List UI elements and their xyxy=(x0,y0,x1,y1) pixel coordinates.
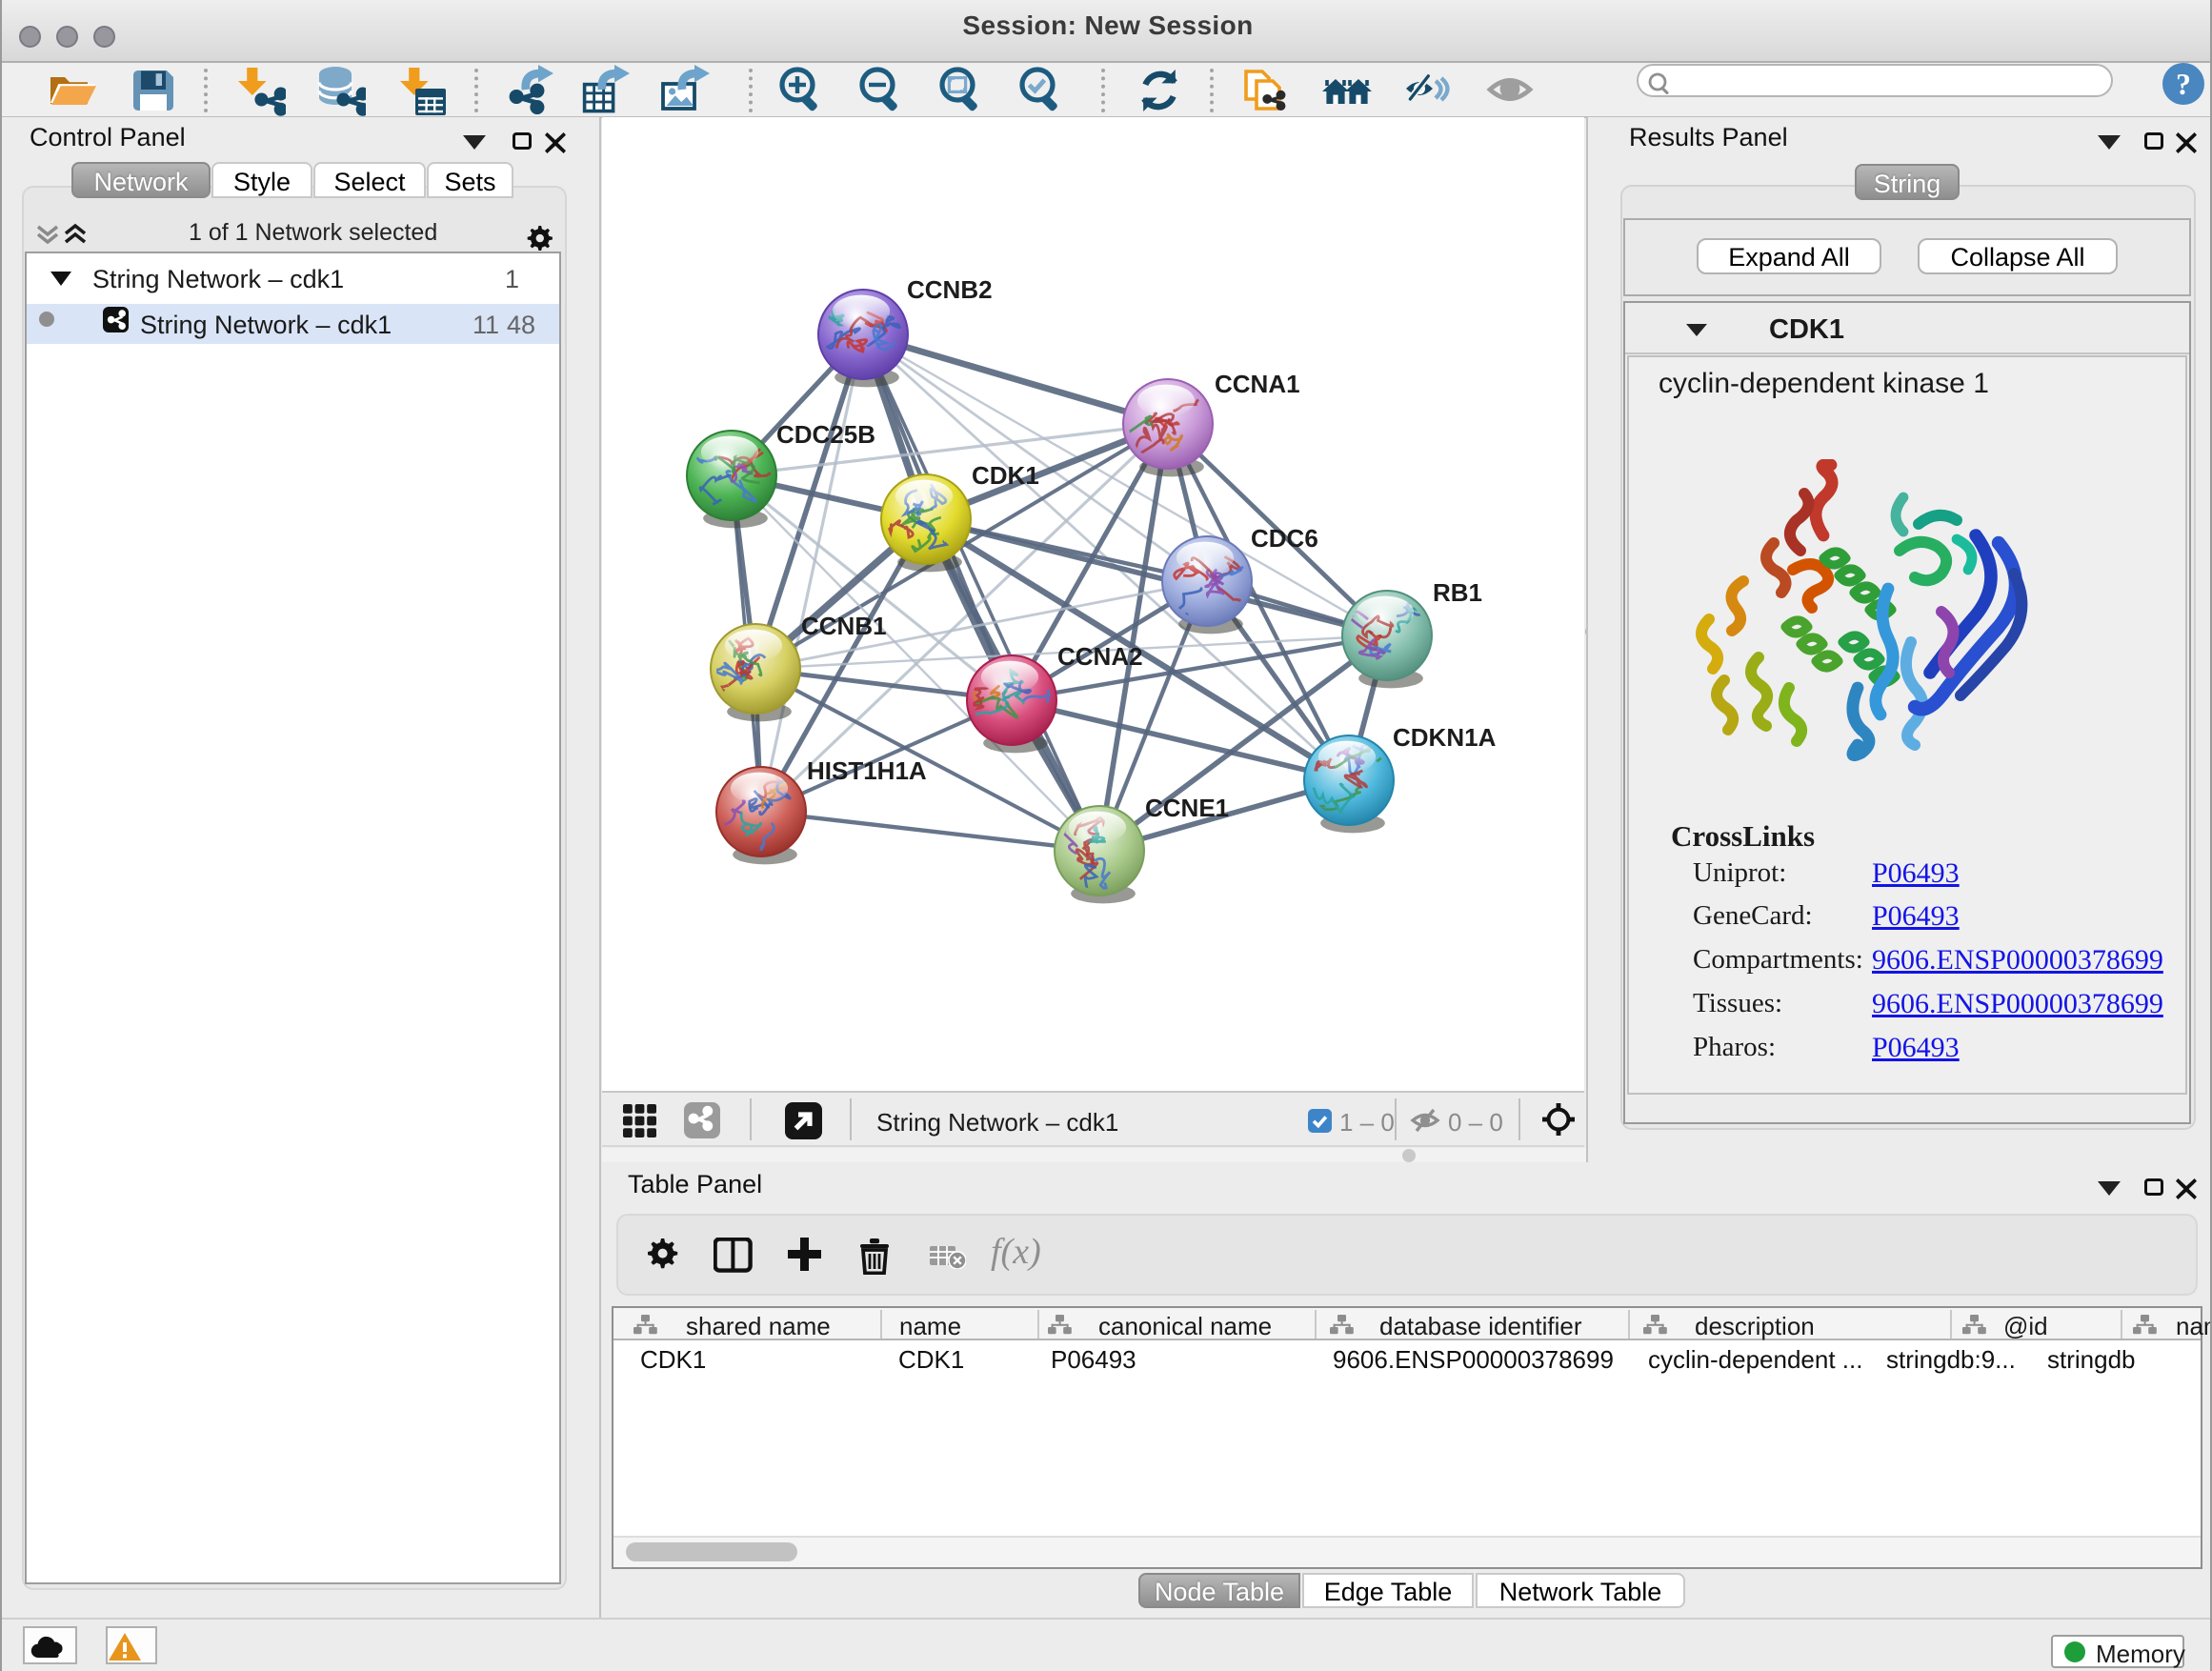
svg-text:CCNA1: CCNA1 xyxy=(1215,370,1300,398)
svg-text:CCNA2: CCNA2 xyxy=(1057,642,1143,671)
svg-text:CCNB2: CCNB2 xyxy=(907,275,993,304)
svg-text:CCNB1: CCNB1 xyxy=(801,612,887,640)
svg-text:CDC6: CDC6 xyxy=(1251,524,1318,553)
svg-text:CDK1: CDK1 xyxy=(972,461,1039,490)
svg-text:CCNE1: CCNE1 xyxy=(1145,794,1229,822)
svg-text:CDC25B: CDC25B xyxy=(776,420,875,449)
svg-text:RB1: RB1 xyxy=(1433,578,1482,607)
svg-text:CDKN1A: CDKN1A xyxy=(1393,723,1497,752)
svg-text:?: ? xyxy=(2176,67,2191,101)
svg-text:HIST1H1A: HIST1H1A xyxy=(807,756,927,785)
